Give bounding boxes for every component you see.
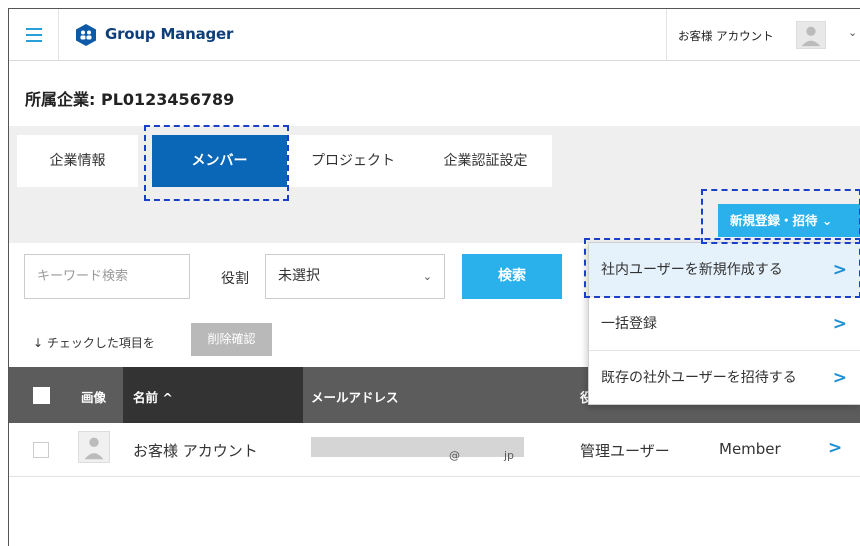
row-name[interactable]: お客様 アカウント (133, 440, 258, 461)
menu-item-label: 社内ユーザーを新規作成する (601, 262, 783, 278)
chevron-right-icon: > (832, 260, 847, 280)
delete-confirm-button[interactable]: 削除確認 (191, 323, 272, 356)
user-avatar-icon (78, 431, 110, 463)
app-window: Group Manager お客様 アカウント ⌄ 所属企業: PL012345… (8, 8, 860, 546)
row-email: @ jp (449, 449, 515, 462)
account-menu[interactable]: お客様 アカウント ⌄ (666, 9, 860, 61)
menu-item-label: 既存の社外ユーザーを招待する (601, 370, 797, 386)
menu-item-invite-external-user[interactable]: 既存の社外ユーザーを招待する > (589, 351, 860, 405)
header-image: 画像 (81, 390, 107, 405)
bulk-action-label: ↓ チェックした項目を (33, 336, 155, 350)
tab-members[interactable]: メンバー (152, 135, 287, 187)
keyword-search-input[interactable]: キーワード検索 (24, 254, 190, 299)
group-icon (76, 24, 96, 46)
role-select[interactable]: 未選択 ⌄ (265, 254, 445, 299)
header-name-sort[interactable]: 名前 ^ (133, 387, 173, 406)
row-role: 管理ユーザー (580, 442, 670, 460)
chevron-right-icon: > (832, 368, 847, 388)
chevron-right-icon[interactable]: > (828, 438, 842, 458)
menu-item-label: 一括登録 (601, 316, 657, 332)
table-row[interactable]: お客様 アカウント @ jp 管理ユーザー Member > (9, 423, 860, 477)
tab-projects[interactable]: プロジェクト (287, 135, 419, 187)
search-button[interactable]: 検索 (462, 254, 562, 299)
account-name: お客様 アカウント (678, 29, 774, 43)
new-register-dropdown: 社内ユーザーを新規作成する > 一括登録 > 既存の社外ユーザーを招待する > (588, 242, 860, 405)
chevron-down-icon: ⌄ (422, 270, 432, 283)
top-bar: Group Manager お客様 アカウント ⌄ (9, 9, 860, 61)
new-register-invite-button[interactable]: 新規登録・招待 ⌄ (718, 204, 860, 237)
menu-item-create-internal-user[interactable]: 社内ユーザーを新規作成する > (589, 243, 860, 297)
header-email[interactable]: メールアドレス (311, 387, 399, 406)
app-title[interactable]: Group Manager (105, 25, 233, 43)
chevron-down-icon[interactable]: ⌄ (848, 26, 857, 39)
role-select-value: 未選択 (278, 268, 320, 284)
company-label: 所属企業: PL0123456789 (25, 90, 235, 109)
row-checkbox[interactable] (33, 442, 49, 458)
role-label: 役割 (221, 271, 249, 287)
tab-company-info[interactable]: 企業情報 (17, 135, 138, 187)
menu-item-bulk-register[interactable]: 一括登録 > (589, 297, 860, 351)
select-all-checkbox[interactable] (33, 387, 50, 404)
tab-auth-settings[interactable]: 企業認証設定 (419, 135, 552, 187)
user-avatar-icon (796, 21, 826, 49)
row-type: Member (719, 440, 781, 458)
hamburger-icon[interactable] (9, 9, 59, 61)
chevron-right-icon: > (832, 314, 847, 334)
